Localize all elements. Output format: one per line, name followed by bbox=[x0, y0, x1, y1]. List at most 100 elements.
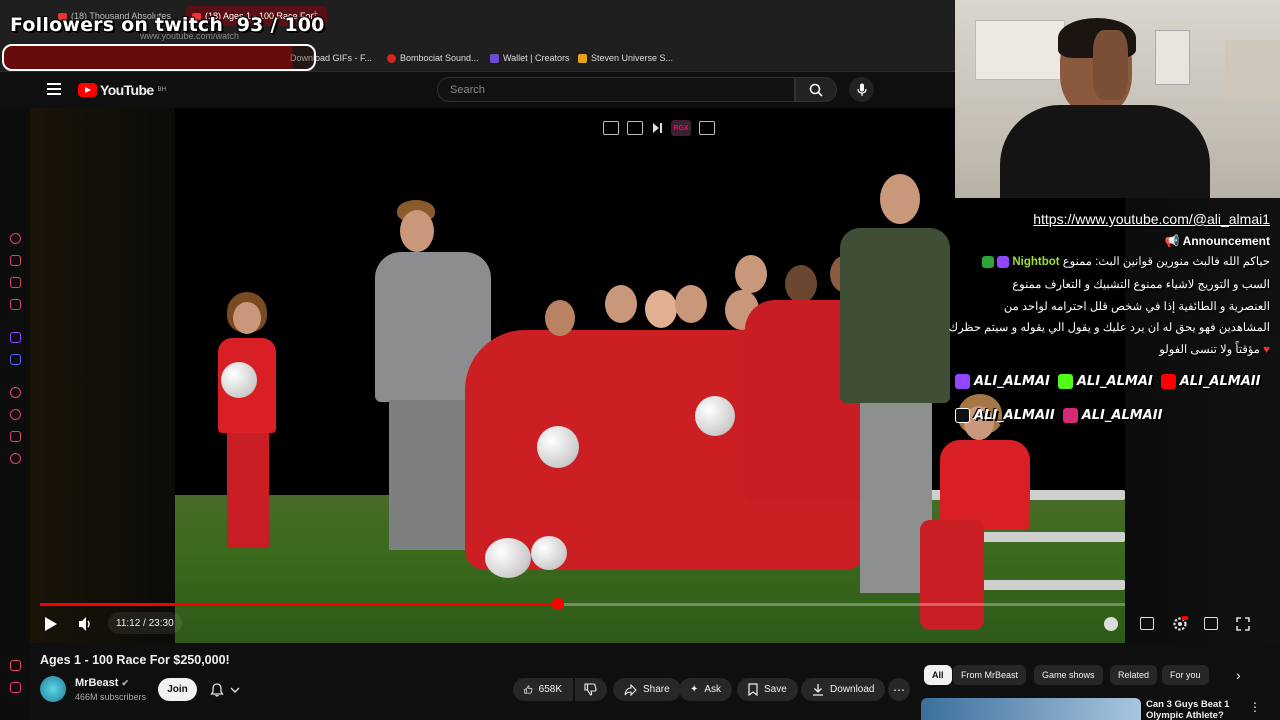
document-icon[interactable] bbox=[10, 299, 21, 310]
login-icon[interactable] bbox=[627, 121, 643, 135]
channel-name[interactable]: MrBeast ✔ bbox=[75, 677, 129, 689]
video-letterbox-left bbox=[30, 108, 175, 643]
chat-message-line: حياكم الله فالبث منورين قوانين البث: ممن… bbox=[981, 254, 1270, 268]
record-icon[interactable] bbox=[10, 387, 21, 398]
bookmark-item[interactable]: Steven Universe S... bbox=[578, 53, 673, 63]
search-button[interactable] bbox=[795, 77, 837, 102]
settings-icon[interactable] bbox=[10, 453, 21, 464]
social-kick: ALI_ALMAI bbox=[1057, 374, 1153, 389]
youtube-icon bbox=[1160, 374, 1176, 389]
tiktok-icon bbox=[955, 408, 970, 423]
chat-link[interactable]: https://www.youtube.com/@ali_almai1 bbox=[1033, 211, 1270, 227]
thumbs-up-icon bbox=[524, 685, 533, 694]
webcam-shelf bbox=[1225, 40, 1280, 100]
youtube-logo[interactable]: YouTube BH bbox=[78, 82, 166, 98]
social-youtube: ALI_ALMAII bbox=[1160, 374, 1260, 389]
chip-for-you[interactable]: For you bbox=[1162, 665, 1209, 685]
chat-message-line: العنصرية و الطائفية إذا في شخص قلل احترا… bbox=[1003, 301, 1270, 313]
bookmark-icon bbox=[748, 683, 758, 696]
chip-game-shows[interactable]: Game shows bbox=[1034, 665, 1103, 685]
play-icon bbox=[45, 617, 57, 631]
more-vertical-icon[interactable]: ⋮ bbox=[1249, 700, 1261, 714]
video-title: Ages 1 - 100 Race For $250,000! bbox=[40, 653, 230, 667]
chip-related[interactable]: Related bbox=[1110, 665, 1158, 685]
bell-icon bbox=[210, 682, 224, 697]
discord-icon[interactable] bbox=[10, 354, 21, 365]
home-icon[interactable] bbox=[10, 431, 21, 442]
chip-from-mrbeast[interactable]: From MrBeast bbox=[953, 665, 1027, 685]
like-button[interactable]: 658K bbox=[513, 678, 573, 701]
search-icon bbox=[809, 83, 823, 97]
hamburger-menu-icon[interactable] bbox=[47, 83, 61, 95]
youtube-play-logo-icon bbox=[78, 83, 97, 97]
verified-check-icon: ✔ bbox=[121, 678, 130, 688]
webcam-streamer-hand bbox=[1093, 30, 1128, 100]
chat-icon[interactable] bbox=[10, 277, 21, 288]
chevron-right-icon[interactable]: › bbox=[1236, 667, 1241, 683]
chat-message-line: المشاهدين فهو يحق له ان يرد عليك و يقول … bbox=[948, 322, 1270, 334]
notifications-button[interactable] bbox=[205, 678, 251, 701]
bookmark-item[interactable]: Wallet | Creators bbox=[490, 53, 570, 63]
bookmark-favicon-icon bbox=[387, 53, 396, 63]
sparkle-icon: ✦ bbox=[690, 684, 699, 695]
social-twitch: ALI_ALMAI bbox=[955, 374, 1050, 389]
chat-message-line: السب و التوريج لاشياء ممنوع التشبيك و ال… bbox=[1012, 279, 1270, 291]
share-icon bbox=[624, 683, 637, 696]
webcam-wall-poster bbox=[1155, 30, 1190, 85]
twitch-icon[interactable] bbox=[10, 332, 21, 343]
theater-mode-icon[interactable] bbox=[1204, 617, 1218, 630]
voice-search-button[interactable] bbox=[849, 77, 874, 102]
dislike-button[interactable] bbox=[575, 678, 607, 701]
share-button[interactable]: Share bbox=[613, 678, 681, 701]
download-button[interactable]: Download bbox=[801, 678, 886, 701]
bookmark-item[interactable]: Bombociat Sound... bbox=[387, 53, 479, 63]
progress-fill bbox=[40, 603, 558, 606]
followers-progress-bar bbox=[2, 44, 316, 71]
twitch-icon bbox=[955, 374, 970, 389]
microphone-icon bbox=[856, 83, 867, 96]
channel-avatar[interactable] bbox=[40, 676, 66, 702]
recommended-video-thumbnail[interactable] bbox=[921, 698, 1141, 720]
clock-icon[interactable] bbox=[10, 409, 21, 420]
heart-icon: ♥ bbox=[1263, 344, 1270, 356]
instagram-icon bbox=[1062, 408, 1078, 423]
subscriber-count: 466M subscribers bbox=[75, 692, 147, 702]
autoplay-toggle[interactable] bbox=[1104, 617, 1118, 631]
chat-message-line: ♥ مؤقتاً ولا تنسى الفولو bbox=[1159, 344, 1270, 356]
captions-icon[interactable] bbox=[1140, 617, 1154, 630]
refresh-icon[interactable] bbox=[10, 233, 21, 244]
play-button[interactable] bbox=[44, 616, 58, 632]
progress-scrubber[interactable] bbox=[551, 598, 564, 610]
chat-announcement: 📢 Announcement bbox=[1164, 234, 1270, 248]
volume-button[interactable] bbox=[78, 616, 94, 632]
join-button[interactable]: Join bbox=[158, 678, 197, 701]
left-dock bbox=[0, 108, 30, 720]
download-icon bbox=[813, 684, 823, 696]
settings-gear-icon[interactable] bbox=[1172, 616, 1188, 632]
fullscreen-icon[interactable] bbox=[1236, 617, 1250, 631]
followers-goal: Followers on twitch 93 / 100 bbox=[10, 14, 325, 36]
social-handles-row: ALI_ALMAII ALI_ALMAII bbox=[955, 408, 1162, 423]
megaphone-icon: 📢 bbox=[1164, 234, 1183, 248]
more-actions-icon[interactable]: ⋯ bbox=[888, 678, 910, 701]
save-button[interactable]: Save bbox=[737, 678, 798, 701]
skip-icon[interactable] bbox=[651, 122, 663, 134]
verified-badge-icon bbox=[997, 255, 1010, 268]
volume-icon bbox=[79, 617, 90, 631]
recommended-video-title[interactable]: Can 3 Guys Beat 1 Olympic Athlete? bbox=[1146, 699, 1246, 720]
player-overlay-icons: RGX bbox=[603, 120, 715, 136]
webcam-wall-poster bbox=[975, 20, 1065, 80]
thumbs-down-icon bbox=[584, 683, 597, 696]
chip-all[interactable]: All bbox=[924, 665, 952, 685]
search-input[interactable]: Search bbox=[437, 77, 795, 102]
lock-icon[interactable] bbox=[10, 255, 21, 266]
popout-icon[interactable] bbox=[603, 121, 619, 135]
sidebar-toggle-icon[interactable] bbox=[699, 121, 715, 135]
pin-icon[interactable] bbox=[10, 660, 21, 671]
close-icon[interactable] bbox=[10, 682, 21, 693]
ask-button[interactable]: ✦ Ask bbox=[679, 678, 733, 701]
moderator-badge-icon bbox=[981, 255, 994, 268]
rgx-extension-badge[interactable]: RGX bbox=[671, 120, 691, 136]
bookmark-favicon-icon bbox=[490, 53, 499, 63]
social-tiktok: ALI_ALMAII bbox=[955, 408, 1055, 423]
